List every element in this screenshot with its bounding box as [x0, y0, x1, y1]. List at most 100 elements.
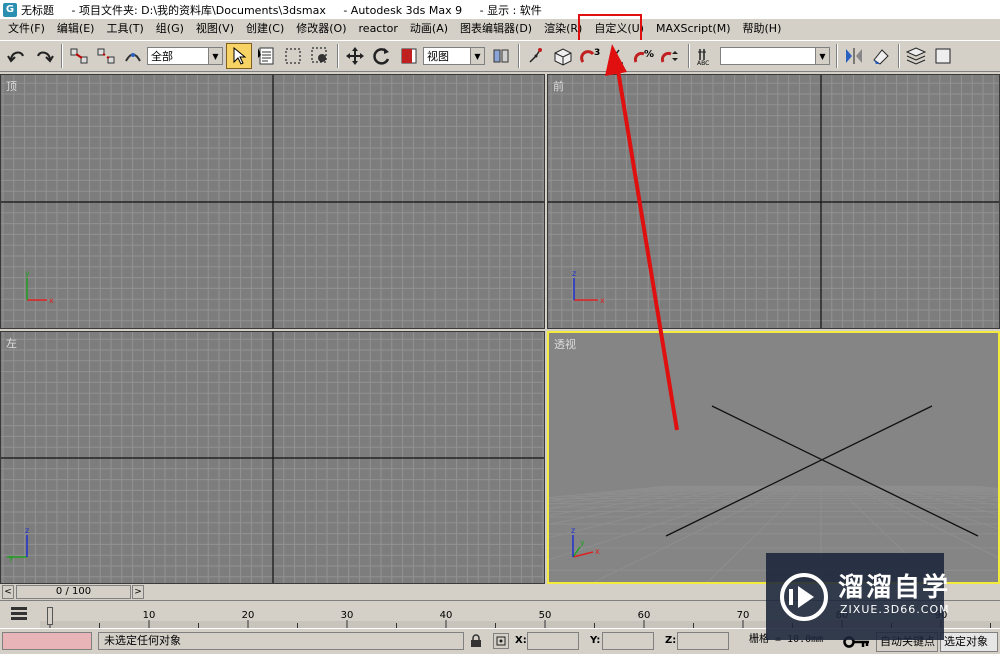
- svg-text:x: x: [49, 296, 54, 305]
- svg-text:z: z: [571, 526, 575, 535]
- percent-snap-toggle-button[interactable]: %: [631, 43, 657, 69]
- curve-editor-button[interactable]: [930, 43, 956, 69]
- named-selection-dropdown[interactable]: ▼: [720, 47, 830, 65]
- watermark-title: 溜溜自学: [838, 573, 951, 603]
- open-mini-curve-editor-icon[interactable]: [10, 606, 28, 622]
- svg-text:ABC: ABC: [697, 60, 709, 66]
- percent-snap-icon: %: [633, 49, 654, 63]
- main-toolbar: 全部 ▼ 视图 ▼ 3 % ABC ▼: [0, 40, 1000, 72]
- align-icon: [873, 49, 889, 65]
- viewport-perspective[interactable]: x yz 透视: [547, 331, 1000, 584]
- viewport-top[interactable]: xy 顶: [0, 74, 545, 329]
- top-viewport-grid: xy: [1, 75, 544, 328]
- menu-views[interactable]: 视图(V): [190, 20, 240, 38]
- viewport-label-front[interactable]: 前: [553, 78, 564, 94]
- perspective-viewport-grid: x yz: [549, 405, 998, 582]
- viewport-label-left[interactable]: 左: [6, 335, 17, 351]
- svg-text:y: y: [580, 538, 585, 547]
- svg-text:z: z: [25, 526, 29, 535]
- magnet-3-icon: 3: [580, 48, 600, 63]
- select-by-name-icon: [258, 47, 274, 65]
- timeline-tick-label: 10: [143, 610, 156, 621]
- absolute-mode-transform-toggle[interactable]: [493, 633, 509, 649]
- viewport-left[interactable]: yz 左: [0, 331, 545, 584]
- keyboard-box-icon: [554, 48, 572, 66]
- spinner-snap-toggle-button[interactable]: [658, 43, 684, 69]
- reference-coordinate-value: 视图: [427, 50, 449, 63]
- cursor-arrow-icon: [233, 47, 247, 65]
- scale-icon: [401, 48, 417, 64]
- menu-edit[interactable]: 编辑(E): [51, 20, 101, 38]
- window-crossing-icon: [311, 47, 327, 63]
- z-coordinate-label: Z:: [665, 635, 677, 646]
- undo-button[interactable]: [4, 43, 30, 69]
- menu-help[interactable]: 帮助(H): [737, 20, 788, 38]
- keyboard-shortcut-override-button[interactable]: [550, 43, 576, 69]
- snaps-toggle-button[interactable]: 3: [577, 43, 603, 69]
- layer-manager-button[interactable]: [903, 43, 929, 69]
- chevron-down-icon: ▼: [208, 48, 222, 64]
- select-object-button[interactable]: [226, 43, 252, 69]
- mirror-button[interactable]: [841, 43, 867, 69]
- time-slider-prev-button[interactable]: <: [2, 585, 14, 599]
- y-coordinate-label: Y:: [590, 635, 601, 646]
- svg-text:z: z: [572, 269, 576, 278]
- move-icon: [346, 47, 364, 65]
- time-slider[interactable]: 0 / 100: [16, 585, 131, 599]
- menu-tools[interactable]: 工具(T): [100, 20, 149, 38]
- menu-modifiers[interactable]: 修改器(O): [290, 20, 352, 38]
- timeline-tick-label: 20: [242, 610, 255, 621]
- z-coordinate-field[interactable]: [677, 632, 729, 650]
- selected-object-dropdown[interactable]: 选定对象: [940, 632, 998, 652]
- manipulate-icon: [529, 48, 542, 63]
- selection-filter-value: 全部: [151, 50, 173, 63]
- svg-text:3: 3: [594, 48, 600, 58]
- time-slider-next-button[interactable]: >: [132, 585, 144, 599]
- select-and-rotate-button[interactable]: [369, 43, 395, 69]
- pivot-center-button[interactable]: [488, 43, 514, 69]
- menu-customize[interactable]: 自定义(U): [588, 20, 650, 38]
- svg-text:y: y: [25, 269, 30, 278]
- mirror-icon: [846, 48, 862, 64]
- named-selection-icon: ABC: [697, 49, 709, 66]
- link-icon: [70, 48, 88, 64]
- space-warp-icon: [125, 53, 141, 62]
- selection-filter-dropdown[interactable]: 全部 ▼: [147, 47, 223, 65]
- svg-text:x: x: [595, 547, 600, 556]
- select-and-link-button[interactable]: [66, 43, 92, 69]
- menu-group[interactable]: 组(G): [150, 20, 190, 38]
- viewport-label-top[interactable]: 顶: [6, 78, 17, 94]
- align-button[interactable]: [868, 43, 894, 69]
- select-and-move-button[interactable]: [342, 43, 368, 69]
- window-title: 无标题 - 项目文件夹: D:\我的资料库\Documents\3dsmax -…: [21, 3, 542, 17]
- maxscript-listener-mini[interactable]: [2, 632, 92, 650]
- select-by-name-button[interactable]: [253, 43, 279, 69]
- menu-maxscript[interactable]: MAXScript(M): [650, 20, 737, 38]
- status-message: 未选定任何对象: [98, 632, 464, 650]
- menu-reactor[interactable]: reactor: [353, 20, 404, 38]
- menu-create[interactable]: 创建(C): [240, 20, 290, 38]
- x-coordinate-field[interactable]: [527, 632, 579, 650]
- redo-button[interactable]: [31, 43, 57, 69]
- viewport-label-perspective[interactable]: 透视: [554, 336, 576, 352]
- lock-icon[interactable]: [470, 634, 482, 648]
- bind-to-space-warp-button[interactable]: [120, 43, 146, 69]
- window-crossing-button[interactable]: [307, 43, 333, 69]
- menu-animation[interactable]: 动画(A): [404, 20, 454, 38]
- rectangular-selection-button[interactable]: [280, 43, 306, 69]
- undo-icon: [7, 51, 24, 63]
- menu-rendering[interactable]: 渲染(R): [538, 20, 588, 38]
- current-frame-marker[interactable]: [47, 607, 53, 625]
- select-and-manipulate-button[interactable]: [523, 43, 549, 69]
- reference-coordinate-dropdown[interactable]: 视图 ▼: [423, 47, 485, 65]
- menu-graph-editors[interactable]: 图表编辑器(D): [454, 20, 538, 38]
- select-and-scale-button[interactable]: [396, 43, 422, 69]
- angle-snap-toggle-button[interactable]: [604, 43, 630, 69]
- timeline-tick-label: 50: [539, 610, 552, 621]
- y-coordinate-field[interactable]: [602, 632, 654, 650]
- unlink-selection-button[interactable]: [93, 43, 119, 69]
- menu-file[interactable]: 文件(F): [2, 20, 51, 38]
- viewport-front[interactable]: xz 前: [547, 74, 1000, 329]
- edit-named-selection-button[interactable]: ABC: [693, 43, 719, 69]
- toolbar-separator: [688, 44, 690, 68]
